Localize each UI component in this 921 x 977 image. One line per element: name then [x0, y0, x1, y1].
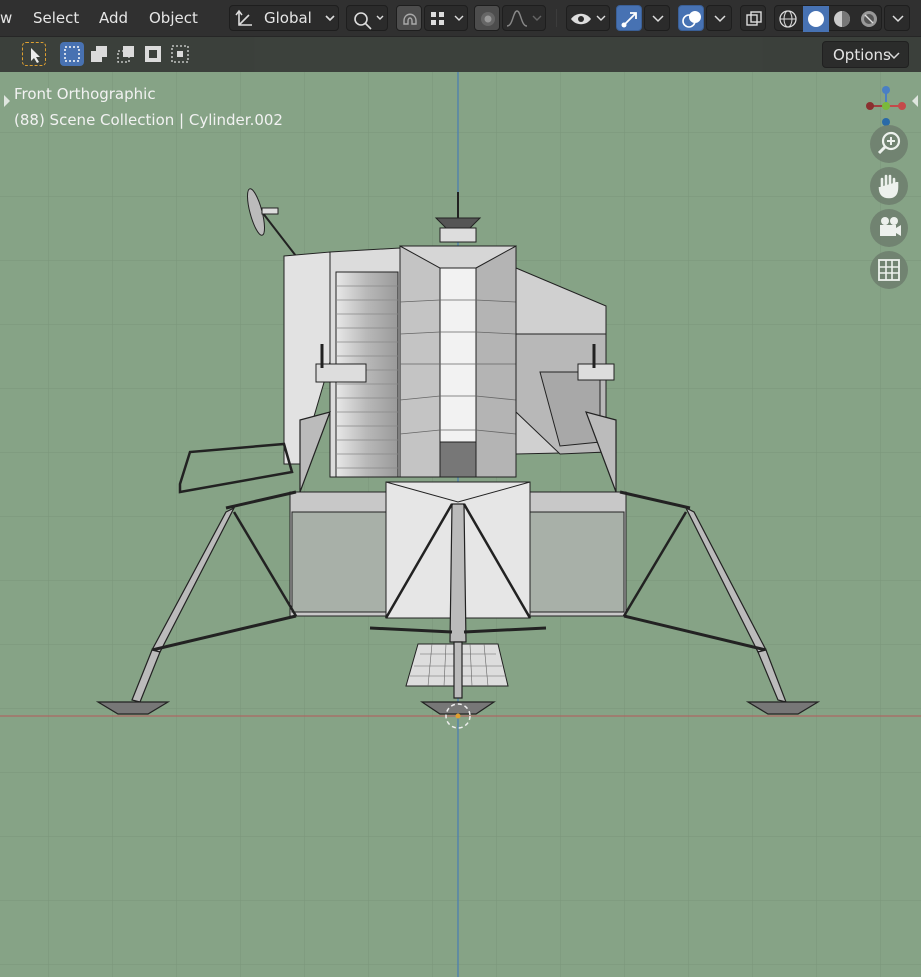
view-name-label: Front Orthographic: [14, 85, 156, 103]
gizmo-dropdown[interactable]: [644, 5, 670, 31]
scene-info-label: (88) Scene Collection | Cylinder.002: [14, 111, 283, 129]
chevron-down-icon: [888, 52, 900, 60]
zoom-button[interactable]: [870, 125, 908, 163]
proportional-edit-icon: [481, 12, 495, 26]
options-label: Options: [833, 46, 891, 64]
transform-orientation-label: Global: [264, 9, 312, 27]
grid-ortho-icon: [878, 259, 900, 281]
visibility-dropdown[interactable]: [566, 5, 610, 31]
snap-toggle[interactable]: [396, 5, 422, 31]
toolbar-expand-icon[interactable]: [2, 92, 12, 110]
shading-mode-group: [774, 5, 883, 32]
gizmo-toggle[interactable]: [616, 5, 642, 31]
select-mode-extend-button[interactable]: [87, 42, 111, 66]
rendered-sphere-icon: [861, 11, 877, 27]
snap-target-dropdown[interactable]: [424, 5, 468, 31]
solid-shading-button[interactable]: [802, 6, 829, 32]
chevron-down-icon: [892, 15, 904, 23]
select-intersect-icon: [171, 45, 189, 63]
menu-add[interactable]: Add: [99, 6, 128, 30]
chevron-down-icon: [652, 15, 664, 23]
viewport-header: w Select Add Object Global: [0, 0, 921, 37]
solid-sphere-icon: [808, 11, 824, 27]
rendered-shading-button[interactable]: [856, 6, 883, 32]
menu-object[interactable]: Object: [149, 6, 198, 30]
chevron-down-icon: [714, 15, 726, 23]
shading-dropdown[interactable]: [884, 5, 910, 31]
pan-button[interactable]: [870, 167, 908, 205]
select-mode-new-button[interactable]: [60, 42, 84, 66]
select-subtract-icon: [117, 46, 134, 63]
select-extend-icon: [91, 46, 107, 62]
select-mode-invert-button[interactable]: [141, 42, 165, 66]
zoom-magnifier-icon: [877, 131, 901, 155]
xray-icon: [746, 11, 762, 26]
material-sphere-icon: [834, 11, 850, 27]
select-mode-intersect-button[interactable]: [168, 42, 192, 66]
overlay-dropdown[interactable]: [706, 5, 732, 31]
proportional-falloff-dropdown[interactable]: [502, 5, 546, 31]
select-invert-icon: [145, 46, 161, 62]
eye-icon: [571, 13, 606, 25]
wireframe-sphere-icon: [779, 10, 797, 28]
snap-magnet-icon: [403, 13, 417, 25]
select-tool-button[interactable]: [22, 42, 46, 66]
menu-view[interactable]: w: [0, 6, 12, 30]
separator: [556, 9, 557, 27]
pivot-point-dropdown[interactable]: [346, 5, 388, 31]
gizmo-icon: [621, 12, 637, 28]
options-dropdown[interactable]: Options: [822, 41, 909, 68]
toggle-perspective-button[interactable]: [870, 251, 908, 289]
snap-grid-icon: [431, 12, 464, 25]
menu-select[interactable]: Select: [33, 6, 79, 30]
overlay-icon: [682, 11, 701, 28]
cursor-arrow-icon: [31, 48, 40, 63]
pivot-point-icon: [354, 12, 384, 30]
3d-viewport-canvas[interactable]: [0, 72, 921, 977]
xray-toggle[interactable]: [740, 5, 766, 31]
overlay-toggle[interactable]: [678, 5, 704, 31]
material-shading-button[interactable]: [829, 6, 856, 32]
transform-orientation-dropdown[interactable]: Global: [229, 5, 339, 31]
camera-icon: [880, 217, 901, 236]
select-mode-subtract-button[interactable]: [114, 42, 138, 66]
tool-settings-bar: Options: [0, 37, 921, 72]
wireframe-shading-button[interactable]: [775, 6, 802, 32]
camera-view-button[interactable]: [870, 209, 908, 247]
falloff-curve-icon: [506, 10, 542, 27]
hand-pan-icon: [878, 174, 899, 199]
axis-navigation-gizmo[interactable]: [862, 84, 912, 128]
proportional-edit-toggle[interactable]: [474, 5, 500, 31]
select-new-icon: [64, 46, 80, 62]
